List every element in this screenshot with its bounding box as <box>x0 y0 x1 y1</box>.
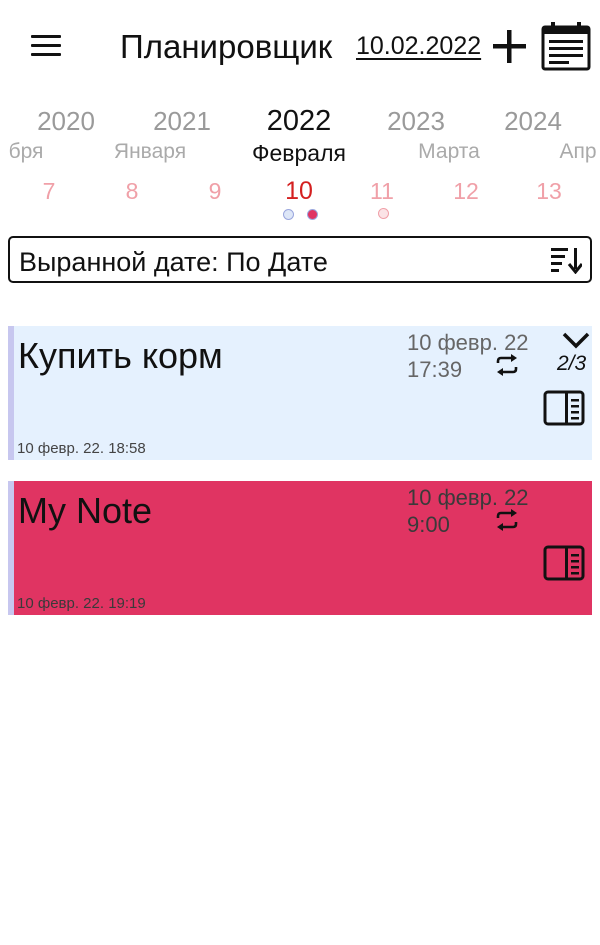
note-view-icon[interactable] <box>543 390 585 426</box>
day-item[interactable]: 11 <box>370 178 394 205</box>
month-item[interactable]: бря <box>9 140 44 164</box>
note-title: My Note <box>18 490 153 531</box>
note-created-date: 10 февр. 22. 18:58 <box>17 440 146 457</box>
year-item[interactable]: 2023 <box>387 106 445 137</box>
note-date: 10 февр. 22 <box>407 330 529 355</box>
repeat-icon <box>496 509 518 531</box>
month-item-selected[interactable]: Февраля <box>252 140 346 167</box>
sort-selector[interactable]: Выранной дате: По Дате <box>8 236 592 283</box>
sort-label: Выранной дате: По Дате <box>19 247 328 277</box>
app-header: Планировщик 10.02.2022 <box>0 0 600 96</box>
note-title: Купить корм <box>18 335 223 376</box>
event-dot <box>307 209 318 220</box>
current-date-link[interactable]: 10.02.2022 <box>356 32 481 61</box>
day-row: 7 8 9 10 11 12 13 <box>0 177 600 208</box>
note-view-icon[interactable] <box>543 545 585 581</box>
day-item[interactable]: 9 <box>209 178 222 205</box>
month-item[interactable]: Марта <box>418 140 480 164</box>
month-row: бря Января Февраля Марта Апр <box>0 140 600 168</box>
add-icon[interactable] <box>489 26 529 66</box>
note-created-date: 10 февр. 22. 19:19 <box>17 595 146 612</box>
page-counter: 2/3 <box>557 352 587 375</box>
year-item[interactable]: 2024 <box>504 106 562 137</box>
day-item[interactable]: 12 <box>453 178 479 205</box>
month-item[interactable]: Января <box>114 140 186 164</box>
menu-icon[interactable] <box>28 30 64 64</box>
year-item[interactable]: 2020 <box>37 106 95 137</box>
day-item-selected[interactable]: 10 <box>285 177 313 206</box>
month-item[interactable]: Апр <box>559 140 596 164</box>
day-item[interactable]: 13 <box>536 178 562 205</box>
event-dot <box>378 208 389 219</box>
year-item-selected[interactable]: 2022 <box>267 105 332 138</box>
calendar-icon[interactable] <box>540 21 592 71</box>
repeat-icon <box>496 354 518 376</box>
day-item[interactable]: 7 <box>43 178 56 205</box>
page-title: Планировщик <box>120 28 333 65</box>
date-picker: 2020 2021 2022 2023 2024 бря Января Февр… <box>0 98 600 228</box>
day-item[interactable]: 8 <box>126 178 139 205</box>
note-time: 9:00 <box>407 512 450 537</box>
note-card[interactable]: My Note 10 февр. 22 9:00 10 февр. 22. 19… <box>8 481 592 615</box>
chevron-down-icon[interactable] <box>561 328 591 352</box>
note-date: 10 февр. 22 <box>407 485 529 510</box>
event-dot <box>283 209 294 220</box>
year-row: 2020 2021 2022 2023 2024 <box>0 105 600 138</box>
sort-icon <box>551 248 582 274</box>
note-card[interactable]: Купить корм 10 февр. 22 17:39 2/3 10 фев… <box>8 326 592 460</box>
year-item[interactable]: 2021 <box>153 106 211 137</box>
note-time: 17:39 <box>407 357 463 382</box>
